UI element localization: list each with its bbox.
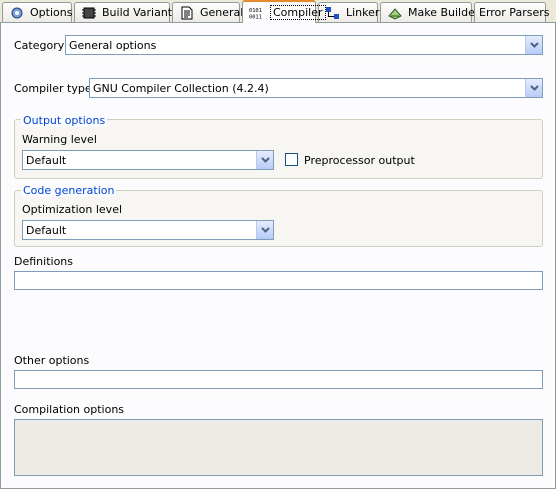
chevron-down-icon[interactable] xyxy=(525,36,542,54)
category-value: General options xyxy=(69,38,157,52)
make-icon xyxy=(387,6,403,20)
tab-strip: Options Build Variants General 0101 0011 … xyxy=(0,0,556,24)
definitions-label: Definitions xyxy=(14,255,73,268)
chevron-down-icon[interactable] xyxy=(256,151,273,169)
warning-level-select[interactable]: Default xyxy=(22,150,274,170)
chevron-down-icon[interactable] xyxy=(256,221,273,239)
tab-general[interactable]: General xyxy=(172,2,244,22)
output-options-group xyxy=(14,119,543,179)
output-options-title: Output options xyxy=(21,114,108,127)
category-label: Category xyxy=(14,39,65,52)
divider xyxy=(14,395,543,396)
tab-label: Error Parsers xyxy=(479,6,550,19)
compiler-panel: Category General options Compiler type: … xyxy=(0,22,556,489)
document-icon xyxy=(179,6,195,20)
tab-error-parsers[interactable]: Error Parsers xyxy=(474,2,550,22)
tab-label: Make Builder xyxy=(408,6,480,19)
other-options-input[interactable] xyxy=(14,370,543,389)
tab-make-builder[interactable]: Make Builder xyxy=(380,2,479,22)
compiler-type-select[interactable]: GNU Compiler Collection (4.2.4) xyxy=(89,78,543,98)
chevron-down-icon[interactable] xyxy=(525,79,542,97)
code-generation-title: Code generation xyxy=(21,184,117,197)
preprocessor-output-label: Preprocessor output xyxy=(304,154,415,167)
compilation-options-label: Compilation options xyxy=(14,403,125,416)
warning-level-value: Default xyxy=(26,153,67,167)
linker-icon xyxy=(325,6,341,20)
svg-text:0011: 0011 xyxy=(249,14,262,20)
tab-compiler[interactable]: 0101 0011 Compiler xyxy=(242,0,326,23)
compiler-type-label: Compiler type: xyxy=(14,82,96,95)
other-options-label: Other options xyxy=(14,354,90,367)
definitions-input[interactable] xyxy=(14,271,543,290)
tab-linker[interactable]: Linker xyxy=(318,2,380,22)
preprocessor-output-checkbox[interactable] xyxy=(285,153,298,166)
tab-label: Linker xyxy=(346,6,380,19)
tab-label: General xyxy=(200,6,244,19)
warning-level-label: Warning level xyxy=(22,133,97,146)
optimization-level-label: Optimization level xyxy=(22,203,123,216)
options-icon xyxy=(9,6,25,20)
tab-build-variants[interactable]: Build Variants xyxy=(74,2,178,22)
category-select[interactable]: General options xyxy=(65,35,543,55)
optimization-level-value: Default xyxy=(26,223,67,237)
tab-label: Build Variants xyxy=(102,6,178,19)
compiler-type-value: GNU Compiler Collection (4.2.4) xyxy=(93,81,269,95)
binary-icon: 0101 0011 xyxy=(249,6,265,20)
tab-label: Compiler xyxy=(270,5,326,20)
compilation-options-textarea[interactable] xyxy=(14,419,543,476)
chip-icon xyxy=(81,6,97,20)
svg-text:0101: 0101 xyxy=(249,8,262,14)
optimization-level-select[interactable]: Default xyxy=(22,220,274,240)
tab-options[interactable]: Options xyxy=(2,2,72,22)
tab-label: Options xyxy=(30,6,73,19)
divider xyxy=(14,62,543,63)
